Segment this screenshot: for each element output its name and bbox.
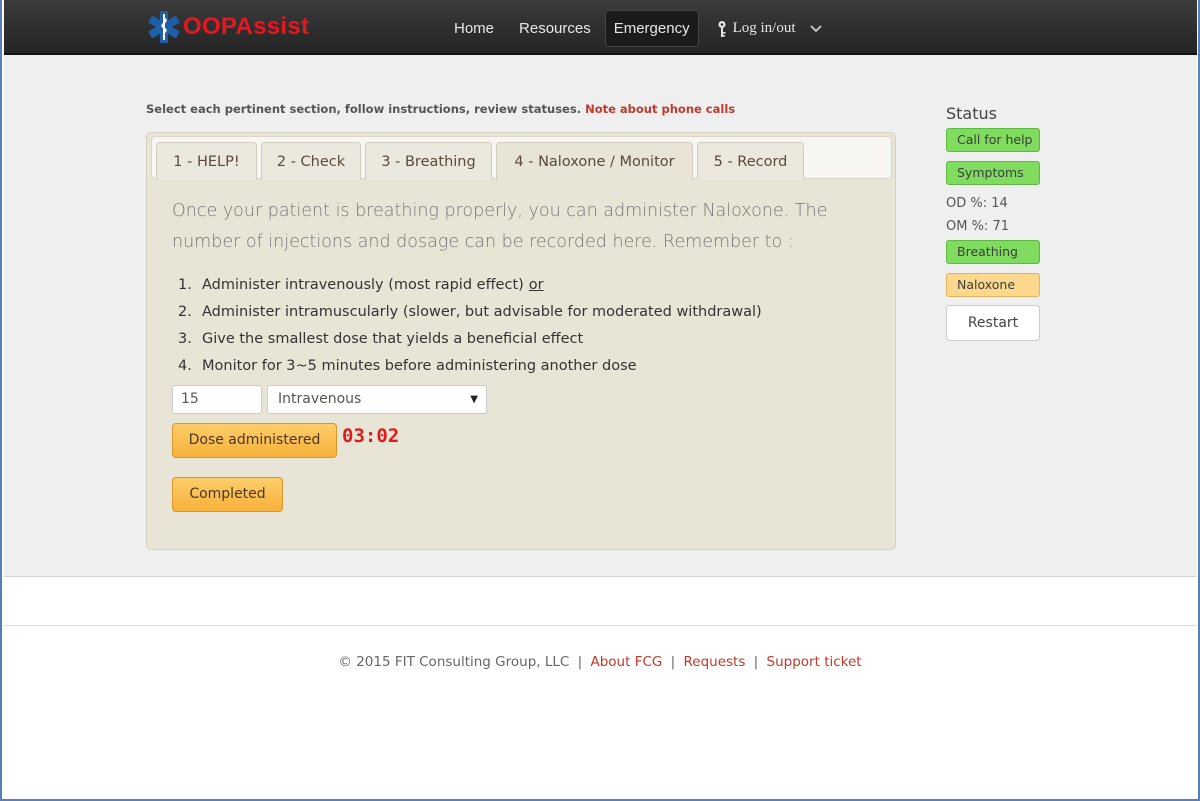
main-nav: Home Resources Emergency Log in/out	[443, 10, 832, 47]
main-content: Select each pertinent section, follow in…	[4, 55, 1197, 577]
nav-resources[interactable]: Resources	[508, 10, 602, 47]
nav-emergency[interactable]: Emergency	[604, 10, 699, 47]
caret-down-icon: ▼	[470, 394, 478, 405]
chevron-down-icon	[809, 24, 822, 32]
star-of-life-icon	[148, 11, 180, 43]
tab-record[interactable]: 5 - Record	[697, 142, 804, 180]
nav-login-dropdown[interactable]: Log in/out	[702, 10, 832, 47]
brand-name: OOPAssist	[183, 13, 310, 40]
naloxone-steps: 1. Administer intravenously (most rapid …	[172, 272, 762, 380]
status-title: Status	[946, 104, 997, 123]
footer: © 2015 FIT Consulting Group, LLC | About…	[338, 654, 862, 670]
intro-instructions: Select each pertinent section, follow in…	[146, 102, 582, 116]
footer-link-requests[interactable]: Requests	[684, 654, 746, 670]
monitor-timer: 03:02	[342, 425, 400, 447]
tab-naloxone-monitor[interactable]: 4 - Naloxone / Monitor	[496, 142, 693, 181]
tab-check[interactable]: 2 - Check	[261, 142, 361, 180]
list-item: 1. Administer intravenously (most rapid …	[178, 277, 544, 293]
top-navbar: OOPAssist Home Resources Emergency Log i…	[4, 0, 1197, 55]
copyright-text: © 2015 FIT Consulting Group, LLC	[338, 654, 570, 670]
login-label: Log in/out	[732, 20, 796, 36]
dose-quantity-input[interactable]: 15	[172, 385, 262, 414]
list-item: 2. Administer intramuscularly (slower, b…	[178, 304, 762, 320]
footer-divider	[4, 625, 1197, 626]
restart-button[interactable]: Restart	[946, 305, 1040, 341]
route-select[interactable]: Intravenous ▼	[267, 385, 487, 414]
footer-link-about[interactable]: About FCG	[590, 654, 662, 670]
tab-help[interactable]: 1 - HELP!	[156, 142, 257, 180]
om-percent: OM %: 71	[946, 219, 1009, 234]
tab-panel: 1 - HELP! 2 - Check 3 - Breathing 4 - Na…	[146, 132, 896, 550]
status-badge-symptoms: Symptoms	[946, 161, 1040, 185]
nav-home[interactable]: Home	[443, 10, 505, 47]
tab-bar: 1 - HELP! 2 - Check 3 - Breathing 4 - Na…	[151, 136, 892, 181]
status-badge-naloxone: Naloxone	[946, 273, 1040, 297]
completed-button[interactable]: Completed	[172, 477, 283, 512]
key-icon	[718, 20, 726, 37]
brand[interactable]: OOPAssist	[147, 8, 309, 46]
route-selected-value: Intravenous	[278, 391, 362, 407]
tab-breathing[interactable]: 3 - Breathing	[365, 142, 492, 180]
naloxone-description: Once your patient is breathing properly,…	[172, 201, 828, 252]
status-badge-breathing: Breathing	[946, 240, 1040, 264]
note-phone-calls-link[interactable]: Note about phone calls	[585, 102, 735, 116]
status-badge-call-for-help: Call for help	[946, 128, 1040, 152]
list-item: 4. Monitor for 3~5 minutes before admini…	[178, 358, 637, 374]
dose-administered-button[interactable]: Dose administered	[172, 423, 337, 458]
intro-text: Select each pertinent section, follow in…	[146, 102, 735, 116]
od-percent: OD %: 14	[946, 196, 1008, 211]
footer-link-support-ticket[interactable]: Support ticket	[767, 654, 862, 670]
list-item: 3. Give the smallest dose that yields a …	[178, 331, 584, 347]
